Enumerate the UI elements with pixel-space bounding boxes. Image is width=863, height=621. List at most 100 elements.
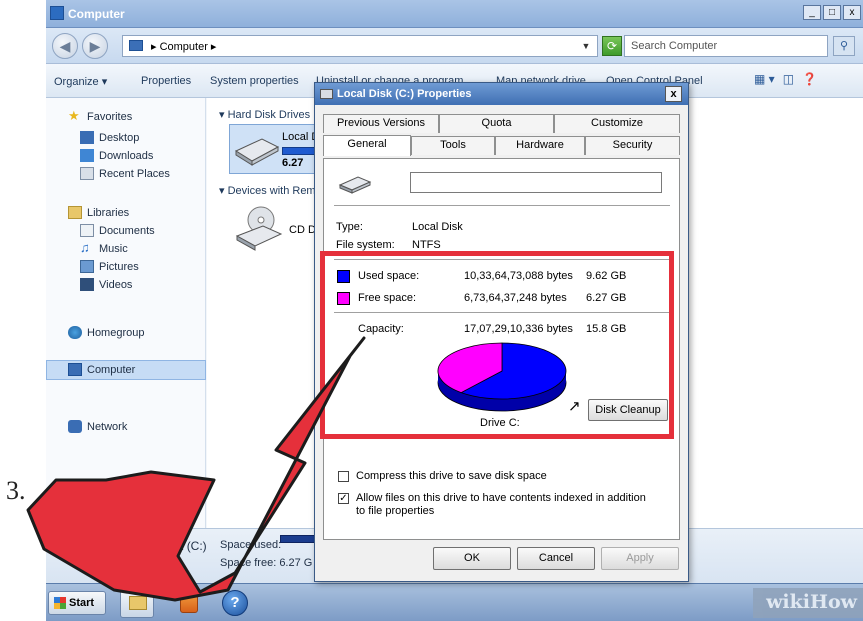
- music-icon: ♫: [80, 240, 90, 255]
- disk-usage-pie: [437, 342, 567, 412]
- used-space-label: Used space:: [358, 270, 420, 282]
- nav-documents[interactable]: Documents: [80, 224, 155, 237]
- minimize-button[interactable]: _: [803, 5, 821, 20]
- documents-icon: [80, 224, 94, 237]
- nav-downloads[interactable]: Downloads: [80, 149, 153, 162]
- properties-dialog: Local Disk (C:) Properties x Previous Ve…: [314, 82, 689, 582]
- nav-pictures[interactable]: Pictures: [80, 260, 139, 273]
- desktop-icon: [80, 131, 94, 144]
- nav-homegroup[interactable]: Homegroup: [68, 326, 144, 339]
- nav-recent-places[interactable]: Recent Places: [80, 167, 170, 180]
- index-label: Allow files on this drive to have conten…: [356, 492, 646, 517]
- computer-icon: [129, 40, 143, 51]
- nav-music[interactable]: ♫ Music: [80, 240, 128, 255]
- nav-desktop[interactable]: Desktop: [80, 131, 139, 144]
- network-icon: [68, 420, 82, 433]
- tab-hardware[interactable]: Hardware: [495, 136, 585, 155]
- organize-button[interactable]: Organize ▾: [54, 75, 107, 88]
- used-space-gb: 9.62 GB: [586, 270, 627, 282]
- address-bar: ◀ ▶ ▸ Computer ▸ ▼ ⟳ Search Computer ⚲: [46, 28, 863, 64]
- used-space-bytes: 10,33,64,73,088 bytes: [464, 270, 573, 282]
- address-path: ▸ Computer ▸: [151, 41, 217, 53]
- free-space-swatch: [337, 292, 350, 305]
- properties-button[interactable]: Properties: [141, 75, 191, 87]
- address-field[interactable]: ▸ Computer ▸: [122, 35, 598, 57]
- free-space-label: Free space:: [358, 292, 417, 304]
- capacity-gb: 15.8 GB: [586, 323, 627, 335]
- hard-drive-icon: [338, 176, 372, 194]
- folder-icon: [129, 596, 147, 610]
- compress-checkbox[interactable]: [338, 471, 349, 482]
- details-used-label: Space used:: [220, 539, 282, 551]
- computer-icon: [68, 363, 82, 376]
- back-button[interactable]: ◀: [52, 33, 78, 59]
- preview-pane-icon[interactable]: ◫: [783, 72, 794, 86]
- libraries-icon: [68, 206, 82, 219]
- navigation-pane: ★ Favorites Desktop Downloads Recent Pla…: [46, 98, 206, 528]
- tab-quota[interactable]: Quota: [439, 114, 554, 133]
- refresh-button[interactable]: ⟳: [602, 36, 622, 56]
- address-dropdown-button[interactable]: ▼: [576, 35, 596, 57]
- capacity-label: Capacity:: [358, 323, 404, 335]
- help-taskbar-button[interactable]: ?: [218, 588, 252, 618]
- cd-drive-icon[interactable]: [233, 204, 285, 252]
- mouse-cursor-icon: ↗: [568, 398, 581, 415]
- ok-button[interactable]: OK: [433, 547, 511, 570]
- help-icon[interactable]: ❓: [802, 72, 817, 86]
- free-space-bytes: 6,73,64,37,248 bytes: [464, 292, 567, 304]
- separator: [334, 259, 670, 260]
- view-options-icon[interactable]: ▦ ▾: [754, 72, 775, 86]
- free-space-gb: 6.27 GB: [586, 292, 627, 304]
- dialog-title: Local Disk (C:) Properties: [337, 88, 472, 100]
- separator: [334, 205, 670, 206]
- cancel-button[interactable]: Cancel: [517, 547, 595, 570]
- details-name: Local Disk (C:): [128, 539, 207, 553]
- general-tab-panel: Type: Local Disk File system: NTFS Used …: [323, 158, 680, 540]
- help-icon: ?: [222, 590, 248, 616]
- media-player-taskbar-button[interactable]: [172, 588, 206, 618]
- drive-caption: Drive C:: [480, 417, 520, 429]
- type-label: Type:: [336, 221, 363, 233]
- dialog-close-button[interactable]: x: [665, 86, 682, 102]
- start-button[interactable]: Start: [48, 591, 106, 615]
- watermark: wikiHow: [753, 588, 863, 618]
- compress-label: Compress this drive to save disk space: [356, 470, 547, 482]
- drive-icon: [320, 89, 333, 99]
- maximize-button[interactable]: □: [823, 5, 841, 20]
- nav-videos[interactable]: Videos: [80, 278, 132, 291]
- nav-libraries[interactable]: Libraries: [68, 206, 129, 219]
- windows-logo-icon: [54, 597, 66, 609]
- details-type: Local Disk: [128, 557, 179, 569]
- index-checkbox[interactable]: ✓: [338, 493, 349, 504]
- used-space-swatch: [337, 270, 350, 283]
- disk-cleanup-button[interactable]: Disk Cleanup: [588, 399, 668, 421]
- tab-customize[interactable]: Customize: [554, 114, 680, 133]
- star-icon: ★: [68, 108, 80, 123]
- forward-button[interactable]: ▶: [82, 33, 108, 59]
- search-input[interactable]: Search Computer: [624, 35, 828, 57]
- dialog-title-bar: Local Disk (C:) Properties x: [315, 83, 688, 105]
- nav-network[interactable]: Network: [68, 420, 127, 433]
- hard-drive-icon: [234, 138, 280, 166]
- drive-name-input[interactable]: [410, 172, 662, 193]
- separator: [334, 312, 670, 313]
- nav-computer[interactable]: Computer: [68, 363, 135, 376]
- media-player-icon: [180, 593, 198, 613]
- tab-general[interactable]: General: [323, 135, 411, 156]
- file-system-label: File system:: [336, 239, 395, 251]
- title-bar: Computer _ □ x: [46, 0, 863, 28]
- search-icon[interactable]: ⚲: [833, 36, 855, 56]
- wikihow-logo: wikiHow: [766, 591, 857, 613]
- close-button[interactable]: x: [843, 5, 861, 20]
- tab-tools[interactable]: Tools: [411, 136, 495, 155]
- tab-previous-versions[interactable]: Previous Versions: [323, 114, 439, 133]
- details-free-label: Space free: 6.27 G: [220, 557, 313, 569]
- nav-favorites[interactable]: ★ Favorites: [68, 108, 132, 123]
- system-properties-button[interactable]: System properties: [210, 75, 299, 87]
- taskbar: Start ? wikiHow: [46, 583, 863, 621]
- apply-button[interactable]: Apply: [601, 547, 679, 570]
- videos-icon: [80, 278, 94, 291]
- tab-security[interactable]: Security: [585, 136, 680, 155]
- explorer-taskbar-button[interactable]: [120, 588, 154, 618]
- file-system-value: NTFS: [412, 239, 441, 251]
